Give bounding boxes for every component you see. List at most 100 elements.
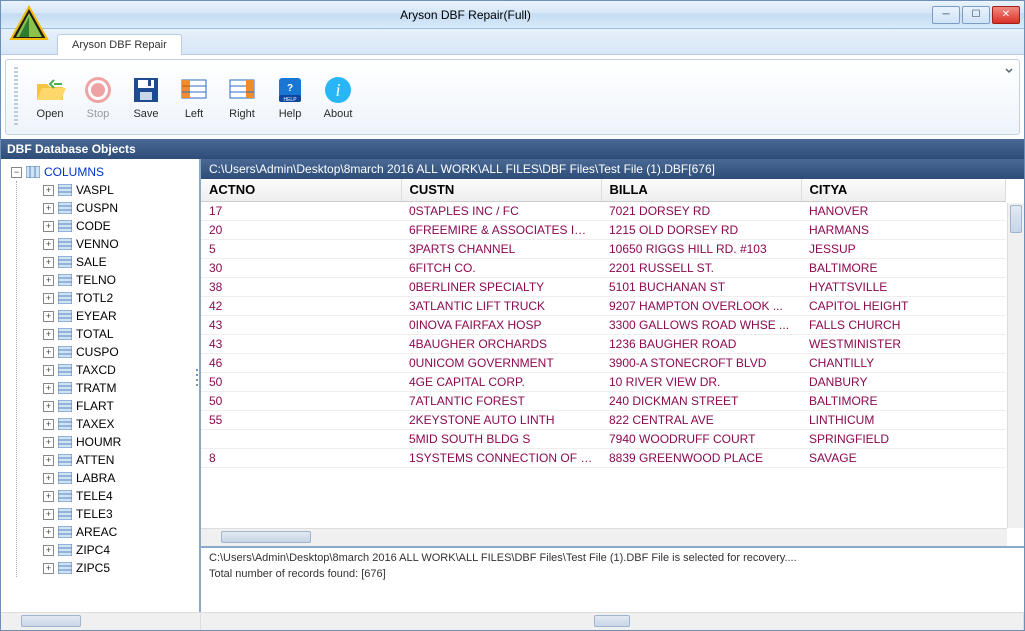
- tree-node[interactable]: +VENNO: [43, 235, 199, 253]
- expand-icon[interactable]: +: [43, 203, 54, 214]
- tree-node[interactable]: +TELE3: [43, 505, 199, 523]
- collapse-icon[interactable]: −: [11, 167, 22, 178]
- column-header[interactable]: CITYA: [801, 179, 1006, 201]
- cell: 42: [201, 296, 401, 315]
- tree-node[interactable]: + TOTAL: [43, 325, 199, 343]
- cell: 8839 GREENWOOD PLACE: [601, 448, 801, 467]
- expand-icon[interactable]: +: [43, 401, 54, 412]
- table-row[interactable]: 380BERLINER SPECIALTY5101 BUCHANAN STHYA…: [201, 277, 1006, 296]
- column-node-icon: [58, 238, 72, 250]
- tree-root[interactable]: − COLUMNS: [11, 163, 199, 181]
- save-button[interactable]: Save: [126, 74, 166, 120]
- tree-node-label: CODE: [76, 219, 111, 233]
- tree-node[interactable]: + CODE: [43, 217, 199, 235]
- table-row[interactable]: 5MID SOUTH BLDG S7940 WOODRUFF COURTSPRI…: [201, 429, 1006, 448]
- expand-icon[interactable]: +: [43, 527, 54, 538]
- tree-node[interactable]: +TAXCD: [43, 361, 199, 379]
- bottom-scroll-area[interactable]: [1, 612, 1024, 630]
- table-row[interactable]: 170STAPLES INC / FC7021 DORSEY RDHANOVER: [201, 201, 1006, 220]
- open-button[interactable]: Open: [30, 74, 70, 120]
- table-row[interactable]: 430INOVA FAIRFAX HOSP3300 GALLOWS ROAD W…: [201, 315, 1006, 334]
- tree-node-label: TOTAL: [76, 327, 114, 341]
- cell: 8: [201, 448, 401, 467]
- table-row[interactable]: 81SYSTEMS CONNECTION OF MD ...8839 GREEN…: [201, 448, 1006, 467]
- cell: DANBURY: [801, 372, 1006, 391]
- left-button[interactable]: Left: [174, 74, 214, 120]
- expand-icon[interactable]: +: [43, 563, 54, 574]
- expand-icon[interactable]: +: [43, 275, 54, 286]
- table-row[interactable]: 306FITCH CO.2201 RUSSELL ST.BALTIMORE: [201, 258, 1006, 277]
- expand-icon[interactable]: +: [43, 437, 54, 448]
- expand-icon[interactable]: +: [43, 491, 54, 502]
- expand-icon[interactable]: +: [43, 509, 54, 520]
- splitter-handle[interactable]: [194, 366, 200, 406]
- table-row[interactable]: 460UNICOM GOVERNMENT3900-A STONECROFT BL…: [201, 353, 1006, 372]
- cell: WESTMINISTER: [801, 334, 1006, 353]
- expand-icon[interactable]: +: [43, 221, 54, 232]
- tree-node[interactable]: +FLART: [43, 397, 199, 415]
- cell: 3300 GALLOWS ROAD WHSE ...: [601, 315, 801, 334]
- data-grid[interactable]: ACTNOCUSTNBILLACITYA 170STAPLES INC / FC…: [201, 179, 1024, 546]
- toolbar-grip[interactable]: [14, 67, 18, 127]
- expand-icon[interactable]: +: [43, 545, 54, 556]
- expand-icon[interactable]: +: [43, 293, 54, 304]
- column-node-icon: [58, 418, 72, 430]
- table-row[interactable]: 53PARTS CHANNEL10650 RIGGS HILL RD. #103…: [201, 239, 1006, 258]
- tree-node[interactable]: +TAXEX: [43, 415, 199, 433]
- column-header[interactable]: CUSTN: [401, 179, 601, 201]
- help-button[interactable]: ?HELP Help: [270, 74, 310, 120]
- table-row[interactable]: 552KEYSTONE AUTO LINTH822 CENTRAL AVELIN…: [201, 410, 1006, 429]
- tree-node[interactable]: +TELNO: [43, 271, 199, 289]
- tree-node[interactable]: +AREAC: [43, 523, 199, 541]
- expand-icon[interactable]: +: [43, 257, 54, 268]
- tree-node[interactable]: +CUSPO: [43, 343, 199, 361]
- cell: CHANTILLY: [801, 353, 1006, 372]
- tree-node[interactable]: +ATTEN: [43, 451, 199, 469]
- cell: 43: [201, 315, 401, 334]
- column-header[interactable]: BILLA: [601, 179, 801, 201]
- cell: 6FITCH CO.: [401, 258, 601, 277]
- expand-icon[interactable]: +: [43, 185, 54, 196]
- expand-icon[interactable]: +: [43, 329, 54, 340]
- tab-main[interactable]: Aryson DBF Repair: [57, 34, 182, 55]
- expand-icon[interactable]: +: [43, 383, 54, 394]
- cell: 7940 WOODRUFF COURT: [601, 429, 801, 448]
- column-node-icon: [58, 274, 72, 286]
- tree-node[interactable]: +TRATM: [43, 379, 199, 397]
- table-row[interactable]: 504GE CAPITAL CORP.10 RIVER VIEW DR.DANB…: [201, 372, 1006, 391]
- close-button[interactable]: ✕: [992, 6, 1020, 24]
- right-button[interactable]: Right: [222, 74, 262, 120]
- tree-node[interactable]: +SALE: [43, 253, 199, 271]
- expand-icon[interactable]: +: [43, 347, 54, 358]
- expand-icon[interactable]: +: [43, 311, 54, 322]
- expand-icon[interactable]: +: [43, 239, 54, 250]
- app-logo-icon: [7, 5, 51, 49]
- maximize-button[interactable]: ☐: [962, 6, 990, 24]
- tree-node[interactable]: +CUSPN: [43, 199, 199, 217]
- tree-node[interactable]: +TELE4: [43, 487, 199, 505]
- toolbar-overflow-icon[interactable]: [1003, 64, 1015, 76]
- tree-node[interactable]: +TOTL2: [43, 289, 199, 307]
- vertical-scrollbar[interactable]: [1007, 203, 1024, 528]
- table-row[interactable]: 206FREEMIRE & ASSOCIATES INC. ...1215 OL…: [201, 220, 1006, 239]
- expand-icon[interactable]: +: [43, 473, 54, 484]
- expand-icon[interactable]: +: [43, 419, 54, 430]
- tree-node[interactable]: +EYEAR: [43, 307, 199, 325]
- minimize-button[interactable]: ─: [932, 6, 960, 24]
- tree-node[interactable]: +HOUMR: [43, 433, 199, 451]
- expand-icon[interactable]: +: [43, 455, 54, 466]
- tree-node[interactable]: +VASPL: [43, 181, 199, 199]
- grid-horizontal-scrollbar[interactable]: [201, 528, 1007, 546]
- tree-node[interactable]: +ZIPC4: [43, 541, 199, 559]
- column-header[interactable]: ACTNO: [201, 179, 401, 201]
- table-row[interactable]: 507ATLANTIC FOREST240 DICKMAN STREETBALT…: [201, 391, 1006, 410]
- about-button[interactable]: i About: [318, 74, 358, 120]
- tree-node[interactable]: +ZIPC5: [43, 559, 199, 577]
- table-row[interactable]: 434BAUGHER ORCHARDS1236 BAUGHER ROADWEST…: [201, 334, 1006, 353]
- tree-node[interactable]: +LABRA: [43, 469, 199, 487]
- app-window: Aryson DBF Repair(Full) ─ ☐ ✕ Aryson DBF…: [0, 0, 1025, 631]
- expand-icon[interactable]: +: [43, 365, 54, 376]
- tree-pane[interactable]: − COLUMNS +VASPL+CUSPN+CODE+VENNO+SALE+T…: [1, 159, 201, 612]
- column-node-icon: [58, 526, 72, 538]
- table-row[interactable]: 423ATLANTIC LIFT TRUCK9207 HAMPTON OVERL…: [201, 296, 1006, 315]
